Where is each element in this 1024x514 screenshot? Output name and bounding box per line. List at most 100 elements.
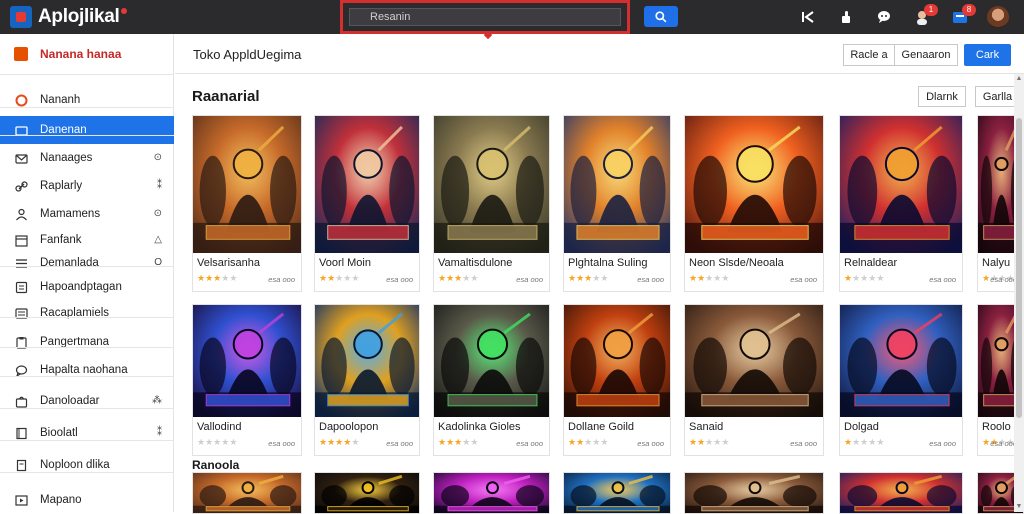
sidebar-item-9[interactable]: Racaplamiels	[0, 299, 174, 327]
search-input[interactable]	[349, 8, 621, 26]
app-name[interactable]: Velsarisanha	[197, 257, 260, 269]
star-icon: ★	[982, 437, 991, 447]
thumb-icon[interactable]	[834, 5, 858, 29]
app-thumbnail[interactable]	[564, 116, 670, 253]
app-thumbnail[interactable]	[840, 116, 962, 253]
sidebar-item-13[interactable]: Bioolatl ⁑	[0, 419, 174, 447]
app-card[interactable]: Neon Slsde/Neoala ★★★★★ esa ooo	[684, 115, 824, 292]
app-name[interactable]: Relnaldear	[844, 257, 897, 269]
app-thumbnail[interactable]	[685, 473, 823, 513]
app-card[interactable]: Dolgad ★★★★★ esa ooo	[839, 304, 963, 456]
star-icon: ★	[197, 437, 206, 447]
star-icon: ★	[470, 437, 479, 447]
app-name[interactable]: Dapoolopon	[319, 421, 378, 433]
app-thumbnail[interactable]	[840, 473, 962, 513]
app-name[interactable]: Dolgad	[844, 421, 879, 433]
section-filter-button[interactable]: Dlarnk	[918, 86, 966, 107]
app-price: esa ooo	[990, 439, 1017, 448]
app-thumbnail[interactable]	[434, 305, 549, 417]
app-thumbnail[interactable]	[193, 116, 301, 253]
scrollbar[interactable]: ▲ ▼	[1014, 74, 1024, 512]
app-title[interactable]: Aplojlikal	[38, 6, 128, 28]
app-thumbnail[interactable]	[434, 473, 549, 513]
app-card[interactable]: Sanaid ★★★★★ esa ooo	[684, 304, 824, 456]
app-name[interactable]: Vamaltisdulone	[438, 257, 512, 269]
star-rating: ★★★★★	[568, 273, 608, 284]
app-name[interactable]: Dollane Goild	[568, 421, 634, 433]
app-card[interactable]: Velsarisanha ★★★★★ esa ooo	[192, 115, 302, 292]
sidebar-item-4[interactable]: Raplarly ⁑	[0, 172, 174, 200]
sidebar-item-10[interactable]: Pangertmana	[0, 328, 174, 356]
app-card[interactable]: Vallodind ★★★★★ esa ooo	[192, 304, 302, 456]
sidebar-item-5[interactable]: Mamamens ⊙	[0, 200, 174, 228]
sidebar-item-trail-icon: △	[154, 234, 162, 245]
circle-icon	[14, 93, 28, 107]
chat-bubble-icon[interactable]	[872, 5, 896, 29]
app-card[interactable]: Vamaltisdulone ★★★★★ esa ooo	[433, 115, 550, 292]
app-card[interactable]: Kadolinka Gioles ★★★★★ esa ooo	[433, 304, 550, 456]
app-card[interactable]: Plghtalna Suling ★★★★★ esa ooo	[563, 115, 671, 292]
app-card[interactable]: Voorl Moin ★★★★★ esa ooo	[314, 115, 420, 292]
inbox-icon[interactable]: 8	[948, 4, 976, 29]
app-thumbnail[interactable]	[685, 116, 823, 253]
app-thumbnail[interactable]	[315, 116, 419, 253]
app-card[interactable]	[684, 472, 824, 514]
app-card[interactable]: Relnaldear ★★★★★ esa ooo	[839, 115, 963, 292]
sidebar-item-8[interactable]: Hapoandptagan	[0, 273, 174, 301]
app-name[interactable]: Kadolinka Gioles	[438, 421, 521, 433]
profile-notify-icon[interactable]: 1	[910, 4, 938, 29]
app-name[interactable]: Sanaid	[689, 421, 723, 433]
app-card[interactable]	[192, 472, 302, 514]
app-card[interactable]	[839, 472, 963, 514]
section-sort-button[interactable]: Garlla	[975, 86, 1019, 107]
sidebar-item-11[interactable]: Hapalta naohana	[0, 356, 174, 384]
star-rating: ★★★★★	[689, 273, 729, 284]
sidebar-item-2[interactable]: Danenan	[0, 116, 174, 144]
app-name[interactable]: Voorl Moin	[319, 257, 371, 269]
star-rating: ★★★★★	[438, 273, 478, 284]
app-card[interactable]	[433, 472, 550, 514]
header-button-1[interactable]: Racle a	[843, 44, 895, 66]
collapse-icon[interactable]	[796, 5, 820, 29]
scroll-down-arrow-icon[interactable]: ▼	[1015, 503, 1023, 511]
header-button-2[interactable]: Genaaron	[894, 44, 958, 66]
header-primary-button[interactable]: Cark	[964, 44, 1011, 66]
bag-icon	[14, 394, 28, 408]
star-icon: ★	[351, 273, 360, 283]
sidebar-divider	[0, 408, 174, 409]
app-thumbnail[interactable]	[315, 305, 419, 417]
app-thumbnail[interactable]	[685, 305, 823, 417]
scroll-up-arrow-icon[interactable]: ▲	[1015, 75, 1023, 83]
app-thumbnail[interactable]	[564, 305, 670, 417]
sidebar-item-label: Demanlada	[40, 257, 99, 269]
app-name[interactable]: Neon Slsde/Neoala	[689, 257, 784, 269]
app-name[interactable]: Vallodind	[197, 421, 241, 433]
app-thumbnail[interactable]	[315, 473, 419, 513]
app-thumbnail[interactable]	[193, 473, 301, 513]
app-thumbnail[interactable]	[193, 305, 301, 417]
sidebar-item-3[interactable]: Nanaages ⊙	[0, 144, 174, 172]
section-title: Raanarial	[192, 88, 260, 105]
sidebar-item-1[interactable]: Nananh	[0, 86, 174, 114]
app-thumbnail[interactable]	[564, 473, 670, 513]
sidebar-item-15[interactable]: Mapano	[0, 486, 174, 514]
star-rating: ★★★★★	[844, 273, 884, 284]
sidebar-item-12[interactable]: Danoloadar ⁂	[0, 387, 174, 415]
app-card[interactable]: Dapoolopon ★★★★★ esa ooo	[314, 304, 420, 456]
app-name[interactable]: Nalyu	[982, 257, 1010, 269]
app-name[interactable]: Roolo	[982, 421, 1011, 433]
sidebar-item-14[interactable]: Noploon dlika	[0, 451, 174, 479]
app-thumbnail[interactable]	[434, 116, 549, 253]
sidebar-item-label: Nanaages	[40, 152, 93, 164]
search-button[interactable]	[644, 6, 678, 27]
app-name[interactable]: Plghtalna Suling	[568, 257, 648, 269]
sidebar-header[interactable]: Nanana hanaa	[0, 34, 174, 74]
app-thumbnail[interactable]	[840, 305, 962, 417]
user-avatar[interactable]	[986, 5, 1010, 29]
app-card[interactable]	[314, 472, 420, 514]
app-card[interactable]: Dollane Goild ★★★★★ esa ooo	[563, 304, 671, 456]
app-card[interactable]	[563, 472, 671, 514]
scrollbar-thumb[interactable]	[1016, 118, 1022, 418]
app-logo-icon[interactable]	[10, 6, 32, 28]
app-price: esa ooo	[516, 275, 543, 284]
